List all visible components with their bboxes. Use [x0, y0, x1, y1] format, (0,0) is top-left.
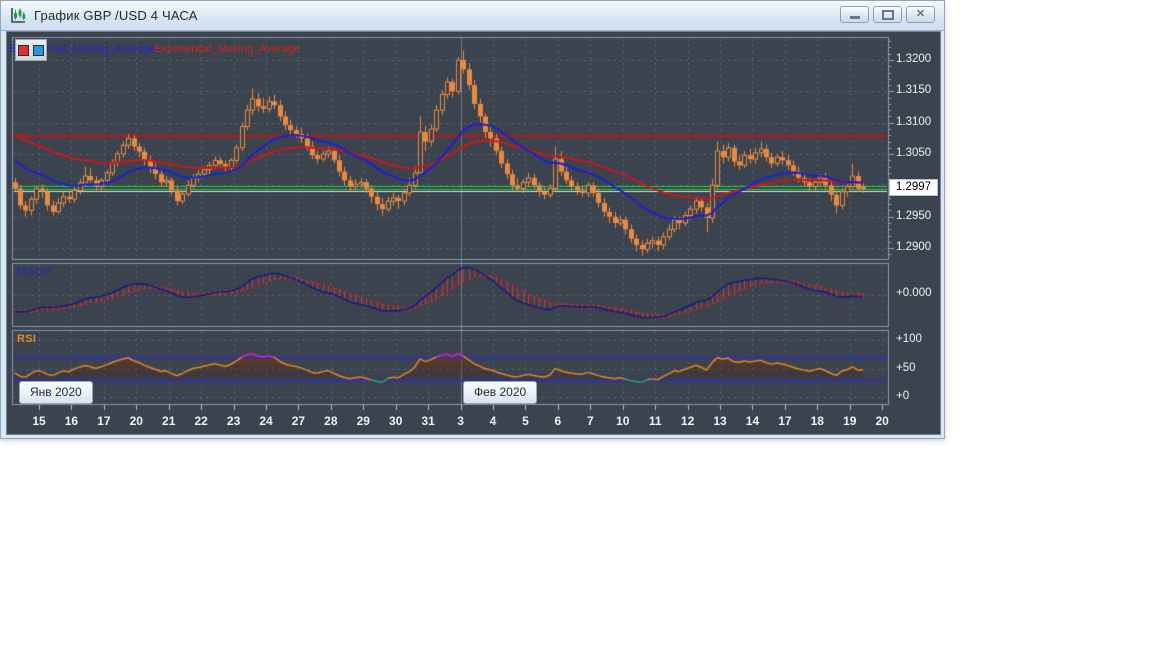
legend-ema-slow-label: Exponential_Moving_Average — [154, 43, 300, 55]
legend-color-buttons — [15, 39, 47, 61]
red-square-button[interactable] — [18, 45, 29, 56]
window-controls: ✕ — [840, 6, 935, 23]
chart-canvas[interactable] — [7, 32, 940, 434]
chart-client-area: Exponential_Moving_Average Exponential_M… — [6, 31, 941, 435]
desktop: График GBP /USD 4 ЧАСА ✕ Exponential_Mov… — [0, 0, 1152, 648]
blue-square-button[interactable] — [33, 45, 44, 56]
window-title: График GBP /USD 4 ЧАСА — [34, 8, 198, 23]
minimize-button[interactable] — [840, 6, 869, 23]
close-button[interactable]: ✕ — [906, 6, 935, 23]
maximize-icon — [882, 10, 894, 20]
titlebar[interactable]: График GBP /USD 4 ЧАСА ✕ — [1, 1, 944, 31]
maximize-button[interactable] — [873, 6, 902, 23]
candlestick-chart-icon — [9, 7, 27, 25]
chart-window: График GBP /USD 4 ЧАСА ✕ Exponential_Mov… — [0, 0, 945, 439]
minimize-icon — [850, 16, 860, 19]
close-icon: ✕ — [916, 9, 925, 20]
